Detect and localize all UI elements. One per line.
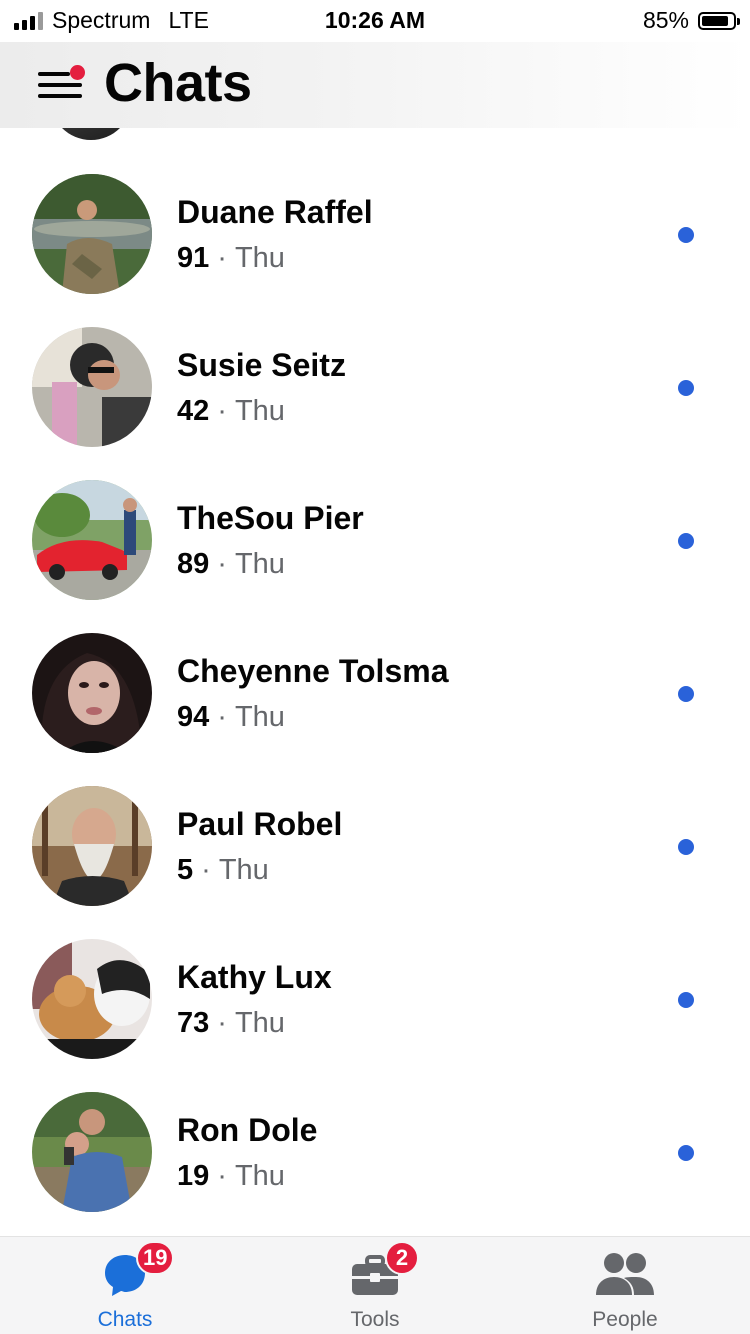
timestamp: Thu	[234, 548, 285, 580]
chat-name: TheSou Pier	[177, 500, 364, 536]
timestamp: Thu	[234, 242, 285, 274]
unread-dot-icon	[678, 533, 694, 549]
separator: ·	[217, 395, 227, 427]
chat-name: Cheyenne Tolsma	[177, 653, 449, 689]
chat-name: Paul Robel	[177, 806, 343, 842]
tab-people[interactable]: People	[500, 1237, 750, 1334]
unread-dot-icon	[678, 686, 694, 702]
avatar[interactable]	[32, 174, 152, 294]
chat-name: Ron Dole	[177, 1112, 318, 1148]
chat-row[interactable]: Cheyenne Tolsma 94 · Thu	[0, 617, 750, 770]
chat-name: Kathy Lux	[177, 959, 332, 995]
avatar[interactable]	[32, 786, 152, 906]
timestamp: Thu	[234, 395, 285, 427]
header: Chats	[0, 42, 750, 128]
message-count: 89	[177, 548, 210, 580]
battery-level	[702, 15, 728, 26]
unread-dot-icon	[678, 992, 694, 1008]
chat-meta: 91 · Thu	[177, 242, 285, 275]
chat-meta: 42 · Thu	[177, 395, 285, 428]
tab-label: Chats	[97, 1308, 153, 1331]
unread-dot-icon	[678, 380, 694, 396]
separator: ·	[201, 854, 211, 886]
chat-meta: 94 · Thu	[177, 701, 285, 734]
separator: ·	[217, 1007, 227, 1039]
unread-dot-icon	[678, 227, 694, 243]
chat-row[interactable]: Paul Robel 5 · Thu	[0, 770, 750, 923]
message-count: 94	[177, 701, 210, 733]
message-count: 19	[177, 1160, 210, 1192]
notification-dot	[70, 65, 85, 80]
avatar[interactable]	[32, 480, 152, 600]
tools-badge: 2	[385, 1241, 419, 1275]
chat-meta: 19 · Thu	[177, 1160, 285, 1193]
messenger-screen: Spectrum LTE 10:26 AM 85% Chats Duane Ra…	[0, 0, 750, 1334]
menu-button[interactable]	[36, 64, 86, 104]
message-count: 73	[177, 1007, 210, 1039]
menu-icon	[38, 72, 70, 76]
chat-name: Susie Seitz	[177, 347, 346, 383]
battery-icon	[698, 11, 740, 30]
tab-label: People	[592, 1308, 658, 1331]
unread-dot-icon	[678, 839, 694, 855]
avatar[interactable]	[32, 939, 152, 1059]
message-count: 42	[177, 395, 210, 427]
unread-dot-icon	[678, 1145, 694, 1161]
separator: ·	[217, 242, 227, 274]
chat-row[interactable]: Duane Raffel 91 · Thu	[0, 158, 750, 311]
separator: ·	[217, 548, 227, 580]
chat-row[interactable]: Susie Seitz 42 · Thu	[0, 311, 750, 464]
avatar[interactable]	[32, 327, 152, 447]
timestamp: Thu	[234, 1160, 285, 1192]
chat-list: Duane Raffel 91 · Thu Susie Seitz 42 · T…	[0, 158, 750, 1229]
tab-bar: 19 Chats 2 Tools People	[0, 1236, 750, 1334]
chat-meta: 5 · Thu	[177, 854, 269, 887]
chat-row[interactable]: Ron Dole 19 · Thu	[0, 1076, 750, 1229]
chat-row[interactable]: TheSou Pier 89 · Thu	[0, 464, 750, 617]
avatar[interactable]	[32, 1092, 152, 1212]
timestamp: Thu	[234, 701, 285, 733]
chat-row[interactable]: Kathy Lux 73 · Thu	[0, 923, 750, 1076]
chats-badge: 19	[136, 1241, 175, 1275]
tab-tools[interactable]: 2 Tools	[250, 1237, 500, 1334]
avatar[interactable]	[32, 633, 152, 753]
separator: ·	[217, 1160, 227, 1192]
battery-percentage: 85%	[642, 7, 689, 33]
page-title: Chats	[104, 53, 252, 113]
message-count: 5	[177, 854, 194, 886]
message-count: 91	[177, 242, 210, 274]
chat-meta: 73 · Thu	[177, 1007, 285, 1040]
chat-name: Duane Raffel	[177, 194, 373, 230]
separator: ·	[217, 701, 227, 733]
timestamp: Thu	[218, 854, 269, 886]
chat-meta: 89 · Thu	[177, 548, 285, 581]
timestamp: Thu	[234, 1007, 285, 1039]
tab-chats[interactable]: 19 Chats	[0, 1237, 250, 1334]
people-icon	[594, 1251, 656, 1304]
status-bar: Spectrum LTE 10:26 AM 85%	[0, 0, 750, 42]
status-time: 10:26 AM	[324, 7, 426, 33]
status-right: 85%	[642, 7, 740, 34]
tab-label: Tools	[350, 1308, 400, 1331]
